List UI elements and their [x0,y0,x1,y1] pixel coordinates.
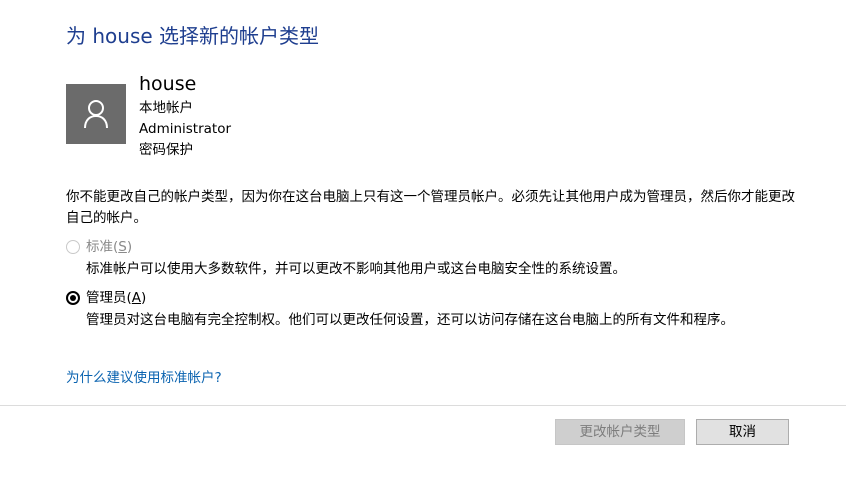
avatar [66,84,126,144]
account-group: Administrator [139,121,232,137]
admin-description: 管理员对这台电脑有完全控制权。他们可以更改任何设置，还可以访问存储在这台电脑上的… [86,312,734,328]
info-message: 你不能更改自己的帐户类型，因为你在这台电脑上只有这一个管理员帐户。必须先让其他用… [66,189,795,226]
account-protection: 密码保护 [139,142,193,158]
radio-admin[interactable]: 管理员(A) [66,288,146,308]
radio-admin-label: 管理员(A) [86,290,147,306]
radio-button-admin[interactable] [66,291,80,305]
change-account-type-page: 为 house 选择新的帐户类型 house 本地帐户 Administrato… [0,0,846,484]
radio-standard[interactable]: 标准(S) [66,237,132,257]
user-icon [84,100,108,129]
why-standard-account-link[interactable]: 为什么建议使用标准帐户? [66,368,222,388]
radio-button-standard[interactable] [66,240,80,254]
account-name: house [139,73,197,95]
radio-standard-label: 标准(S) [86,239,133,255]
change-account-type-button[interactable]: 更改帐户类型 [555,419,685,445]
page-title: 为 house 选择新的帐户类型 [66,24,320,48]
account-card: house 本地帐户 Administrator 密码保护 [66,72,486,162]
standard-description: 标准帐户可以使用大多数软件，并可以更改不影响其他用户或这台电脑安全性的系统设置。 [86,261,626,277]
cancel-button[interactable]: 取消 [696,419,789,445]
divider [0,405,846,406]
account-type: 本地帐户 [139,100,193,116]
